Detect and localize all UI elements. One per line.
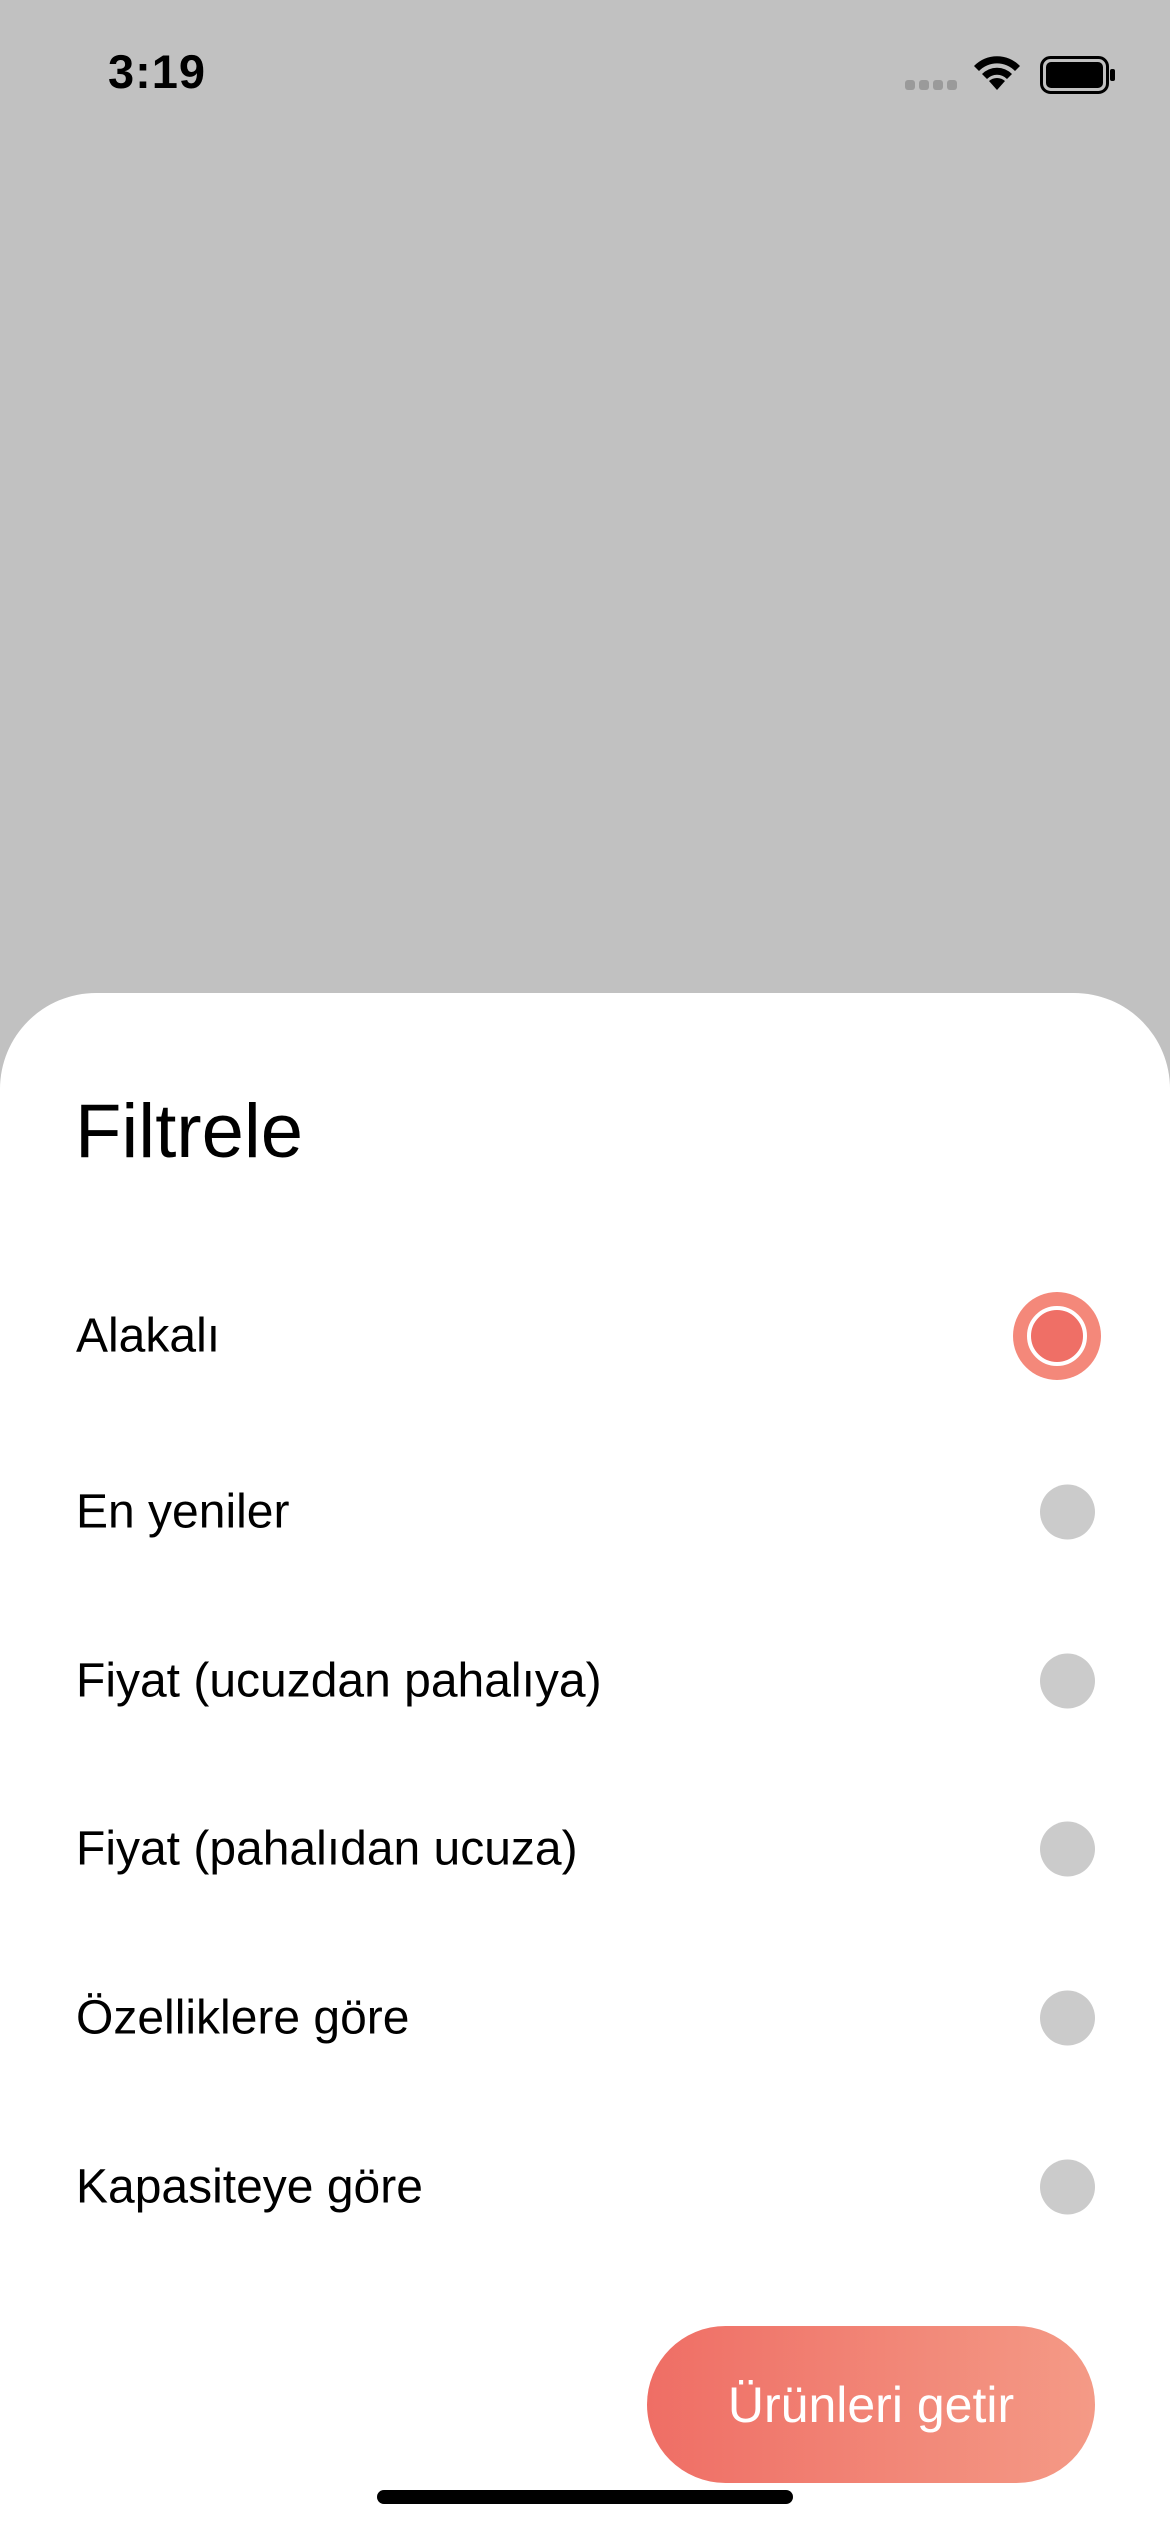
get-products-button[interactable]: Ürünleri getir <box>647 2326 1095 2483</box>
option-label: Alakalı <box>76 1309 221 1363</box>
wifi-icon <box>974 56 1020 90</box>
filter-option-by-capacity[interactable]: Kapasiteye göre <box>0 2127 1170 2247</box>
option-label: Fiyat (ucuzdan pahalıya) <box>76 1654 602 1708</box>
filter-option-price-ascending[interactable]: Fiyat (ucuzdan pahalıya) <box>0 1621 1170 1741</box>
filter-option-by-features[interactable]: Özelliklere göre <box>0 1958 1170 2078</box>
radio-unselected-icon[interactable] <box>1040 1484 1095 1540</box>
cellular-signal-icon <box>905 80 959 90</box>
sheet-title: Filtrele <box>75 1089 304 1174</box>
filter-option-relevant[interactable]: Alakalı <box>0 1276 1170 1396</box>
status-time: 3:19 <box>108 45 207 98</box>
radio-selected-icon[interactable] <box>1013 1292 1101 1380</box>
radio-unselected-icon[interactable] <box>1040 2159 1095 2215</box>
option-label: En yeniler <box>76 1485 290 1539</box>
option-label: Özelliklere göre <box>76 1991 410 2045</box>
filter-option-newest[interactable]: En yeniler <box>0 1452 1170 1572</box>
option-label: Kapasiteye göre <box>76 2160 423 2214</box>
status-bar: 3:19 <box>0 0 1170 150</box>
filter-bottom-sheet: Filtrele Alakalı En yeniler Fiyat (ucuzd… <box>0 993 1170 2532</box>
battery-icon <box>1040 56 1115 94</box>
option-label: Fiyat (pahalıdan ucuza) <box>76 1822 578 1876</box>
radio-unselected-icon[interactable] <box>1040 1821 1095 1877</box>
radio-unselected-icon[interactable] <box>1040 1653 1095 1709</box>
home-indicator[interactable] <box>377 2490 793 2504</box>
filter-option-price-descending[interactable]: Fiyat (pahalıdan ucuza) <box>0 1789 1170 1909</box>
radio-unselected-icon[interactable] <box>1040 1990 1095 2046</box>
